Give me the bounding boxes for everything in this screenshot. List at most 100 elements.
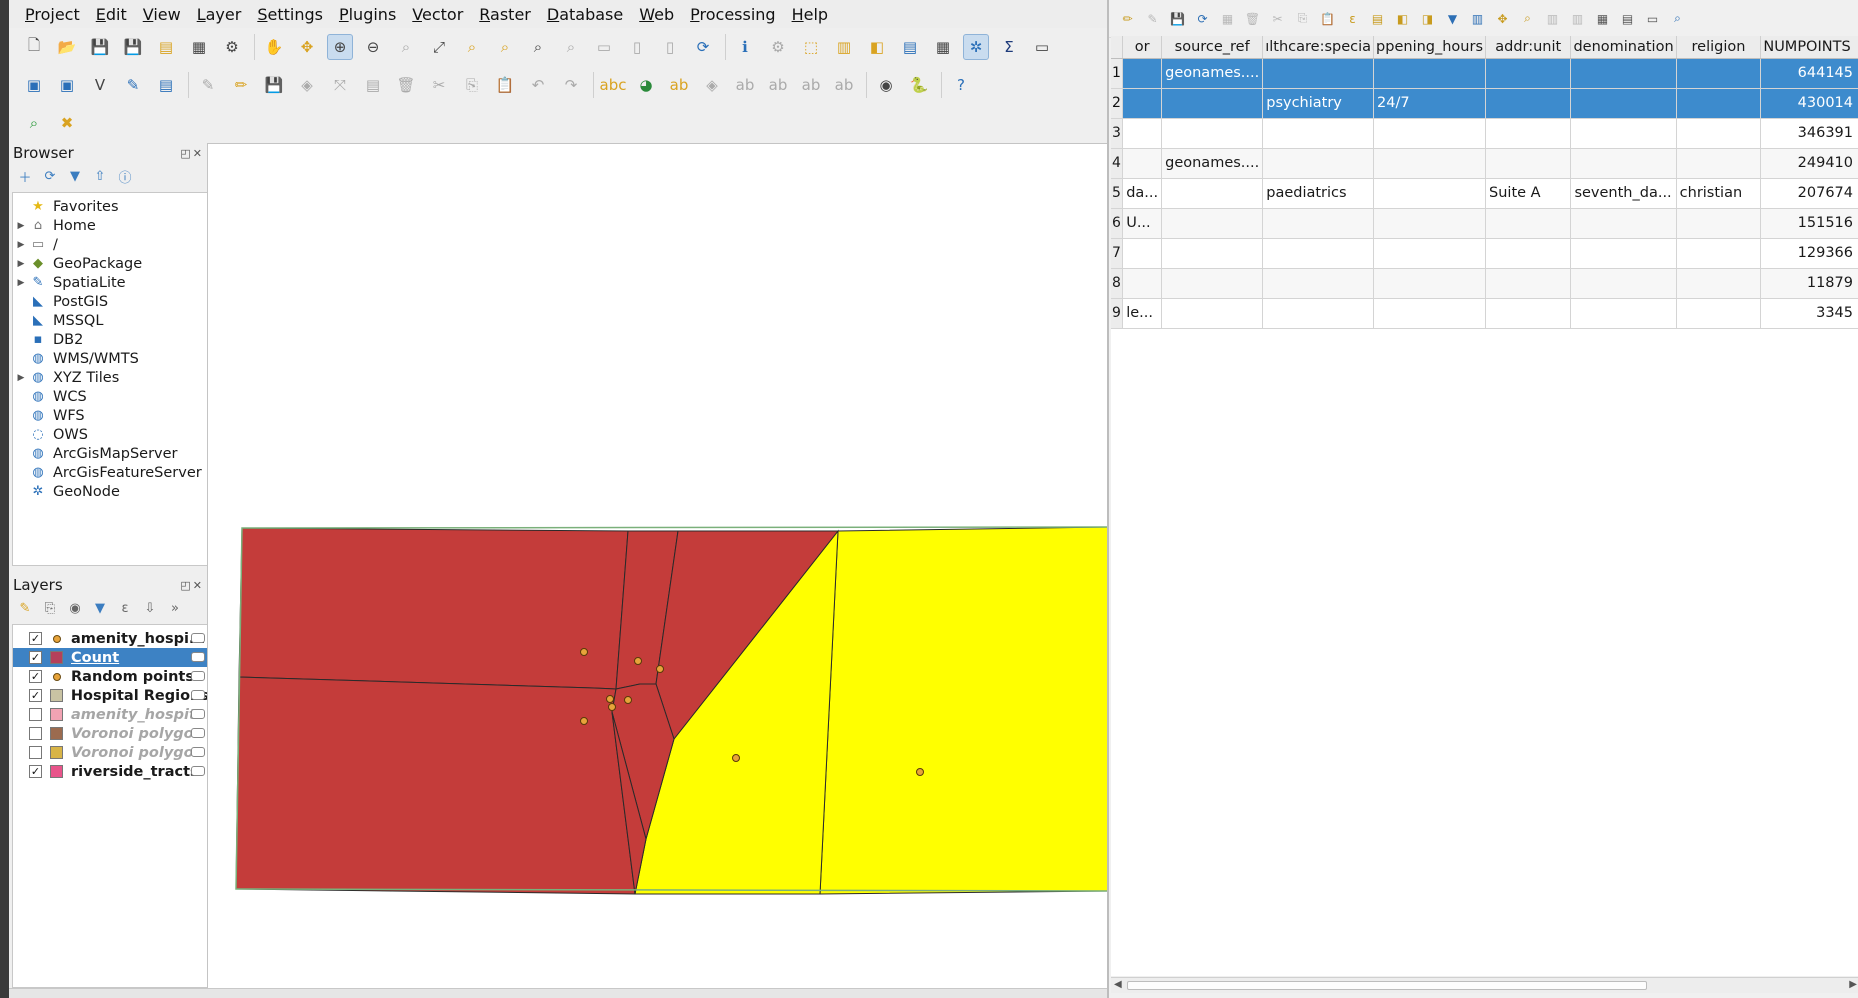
- table-cell[interactable]: [1161, 118, 1264, 149]
- select-by-expression-icon[interactable]: ε: [1344, 10, 1361, 27]
- table-cell[interactable]: [1122, 268, 1163, 299]
- hospital-point[interactable]: [916, 768, 924, 776]
- browser-item-wfs[interactable]: ◍ WFS: [13, 406, 209, 425]
- layout-manager-icon[interactable]: ▦: [186, 34, 212, 60]
- table-cell[interactable]: paediatrics: [1262, 178, 1375, 209]
- table-cell[interactable]: [1262, 208, 1375, 239]
- browser-item-geopackage[interactable]: ▶ ◆ GeoPackage: [13, 254, 209, 273]
- cut-features-icon[interactable]: ✂: [426, 72, 452, 98]
- layer-item[interactable]: Voronoi polygo: [13, 724, 209, 743]
- new-geopackage-layer-icon[interactable]: ▣: [54, 72, 80, 98]
- browser-item-favorites[interactable]: ★ Favorites: [13, 197, 209, 216]
- table-cell[interactable]: 346391: [1760, 118, 1858, 149]
- column-header[interactable]: addr:unit: [1485, 36, 1572, 59]
- table-cell[interactable]: [1485, 58, 1572, 89]
- row-number[interactable]: 8: [1111, 268, 1124, 299]
- modify-attributes-icon[interactable]: ▤: [360, 72, 386, 98]
- menu-settings[interactable]: Settings: [249, 5, 331, 24]
- layer-indicator-icon[interactable]: [191, 671, 205, 681]
- menu-help[interactable]: Help: [784, 5, 836, 24]
- paste-icon[interactable]: 📋: [1319, 10, 1336, 27]
- map-canvas[interactable]: [207, 143, 1109, 988]
- row-number[interactable]: 3: [1111, 118, 1124, 149]
- toggle-editing-icon[interactable]: ✏: [228, 72, 254, 98]
- table-cell[interactable]: [1373, 298, 1487, 329]
- layer-visibility-checkbox[interactable]: ✓: [29, 765, 42, 778]
- table-cell[interactable]: [1122, 238, 1163, 269]
- table-cell[interactable]: [1485, 208, 1572, 239]
- map-render[interactable]: [208, 144, 1109, 988]
- plugin-manager-icon[interactable]: ◉: [873, 72, 899, 98]
- column-header[interactable]: ppening_hours: [1373, 36, 1487, 59]
- menu-processing[interactable]: Processing: [682, 5, 783, 24]
- region-red-upper-left[interactable]: [238, 527, 629, 690]
- scroll-right-icon[interactable]: ▶: [1849, 979, 1857, 990]
- toggle-editing-icon[interactable]: ✏: [1119, 10, 1136, 27]
- layer-indicator-icon[interactable]: [191, 766, 205, 776]
- layer-item[interactable]: ✓ Hospital Regions: [13, 686, 209, 705]
- layer-visibility-checkbox[interactable]: ✓: [29, 651, 42, 664]
- table-cell[interactable]: psychiatry: [1262, 88, 1375, 119]
- layer-visibility-checkbox[interactable]: ✓: [29, 689, 42, 702]
- column-header[interactable]: ılthcare:specia: [1262, 36, 1375, 59]
- table-cell[interactable]: [1161, 238, 1264, 269]
- browser-item-db2[interactable]: ▪ DB2: [13, 330, 209, 349]
- table-cell[interactable]: [1262, 118, 1375, 149]
- paste-features-icon[interactable]: 📋: [492, 72, 518, 98]
- zoom-rubber-icon[interactable]: ⌕: [393, 34, 419, 60]
- table-cell[interactable]: U...: [1122, 208, 1163, 239]
- table-cell[interactable]: [1676, 298, 1762, 329]
- info-icon[interactable]: ⓘ: [115, 167, 135, 186]
- browser-item-wms-wmts[interactable]: ◍ WMS/WMTS: [13, 349, 209, 368]
- hospital-point[interactable]: [580, 717, 588, 725]
- horizontal-scrollbar[interactable]: ◀ ▶: [1111, 977, 1858, 993]
- filter-select-icon[interactable]: ▼: [1444, 10, 1461, 27]
- layer-visibility-checkbox[interactable]: [29, 727, 42, 740]
- table-cell[interactable]: [1122, 88, 1163, 119]
- layer-item[interactable]: ✓ riverside_tracts: [13, 762, 209, 781]
- table-cell[interactable]: [1570, 118, 1677, 149]
- label-highlight-icon[interactable]: ab: [666, 72, 692, 98]
- layer-indicator-icon[interactable]: [191, 747, 205, 757]
- menu-layer[interactable]: Layer: [189, 5, 250, 24]
- save-project-icon[interactable]: 💾: [87, 34, 113, 60]
- layer-indicator-icon[interactable]: [191, 690, 205, 700]
- hospital-point[interactable]: [580, 648, 588, 656]
- column-header[interactable]: NUMPOINTS: [1760, 36, 1858, 59]
- show-bookmarks-icon[interactable]: ▯: [657, 34, 683, 60]
- scrollbar-thumb[interactable]: [1127, 981, 1647, 990]
- table-row[interactable]: 7 129366: [1111, 238, 1858, 269]
- browser-item-[interactable]: ▶ ▭ /: [13, 235, 209, 254]
- menu-project[interactable]: Project: [17, 5, 88, 24]
- row-number[interactable]: 9: [1111, 298, 1124, 329]
- new-spatialite-layer-icon[interactable]: ✎: [120, 72, 146, 98]
- row-number[interactable]: 4: [1111, 148, 1124, 179]
- layer-visibility-checkbox[interactable]: [29, 746, 42, 759]
- scroll-left-icon[interactable]: ◀: [1114, 979, 1122, 990]
- python-console-icon[interactable]: 🐍: [906, 72, 932, 98]
- move-selection-top-icon[interactable]: ▥: [1469, 10, 1486, 27]
- table-cell[interactable]: [1570, 148, 1677, 179]
- table-cell[interactable]: [1161, 208, 1264, 239]
- row-number[interactable]: 1: [1111, 58, 1124, 89]
- move-label-icon[interactable]: ab: [765, 72, 791, 98]
- table-row[interactable]: 6 U... 151516: [1111, 208, 1858, 239]
- table-cell[interactable]: [1570, 268, 1677, 299]
- menu-database[interactable]: Database: [539, 5, 631, 24]
- deselect-all-icon[interactable]: ◨: [1419, 10, 1436, 27]
- collapse-all-icon[interactable]: ⇧: [90, 167, 110, 185]
- table-cell[interactable]: [1373, 208, 1487, 239]
- table-cell[interactable]: 430014: [1760, 88, 1858, 119]
- table-cell[interactable]: [1485, 268, 1572, 299]
- table-cell[interactable]: 644145: [1760, 58, 1858, 89]
- browser-item-home[interactable]: ▶ ⌂ Home: [13, 216, 209, 235]
- manage-visibility-icon[interactable]: ◉: [65, 599, 85, 617]
- layer-item[interactable]: ✓ Random points: [13, 667, 209, 686]
- browser-item-postgis[interactable]: ◣ PostGIS: [13, 292, 209, 311]
- layer-visibility-checkbox[interactable]: ✓: [29, 670, 42, 683]
- browser-item-ows[interactable]: ◌ OWS: [13, 425, 209, 444]
- table-cell[interactable]: [1161, 298, 1264, 329]
- hospital-point[interactable]: [634, 657, 642, 665]
- table-cell[interactable]: [1570, 238, 1677, 269]
- label-toolbar-icon[interactable]: abc: [600, 72, 627, 98]
